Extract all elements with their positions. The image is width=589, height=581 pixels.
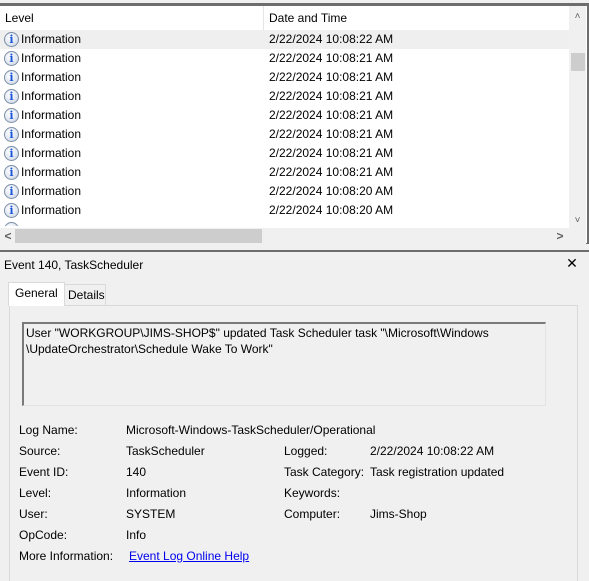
column-header-date-time[interactable]: Date and Time xyxy=(263,6,569,30)
info-icon xyxy=(4,222,19,226)
user-label: User: xyxy=(19,507,48,521)
task-category-label: Task Category: xyxy=(284,465,365,479)
event-row[interactable]: i Information 2/22/2024 10:08:20 AM xyxy=(0,201,569,220)
event-date-time: 2/22/2024 10:08:21 AM xyxy=(269,89,394,103)
scroll-left-icon[interactable]: < xyxy=(0,228,16,245)
event-date-time: 2/22/2024 10:08:20 AM xyxy=(269,203,394,217)
info-icon: i xyxy=(4,127,19,142)
info-icon: i xyxy=(4,108,19,123)
tab-general[interactable]: General xyxy=(8,282,65,306)
vertical-scrollbar[interactable]: ˄ ˅ xyxy=(569,6,586,228)
info-icon: i xyxy=(4,184,19,199)
event-level: Information xyxy=(21,165,82,179)
description-line-2: \UpdateOrchestrator\Schedule Wake To Wor… xyxy=(26,342,273,356)
scroll-up-icon[interactable]: ˄ xyxy=(569,8,586,25)
event-level: Information xyxy=(21,70,82,84)
event-row[interactable]: i Information 2/22/2024 10:08:20 AM xyxy=(0,182,569,201)
event-id-value: 140 xyxy=(126,465,147,479)
event-list: i Information 2/22/2024 10:08:22 AM i Inform… xyxy=(0,30,569,234)
info-icon: i xyxy=(4,146,19,161)
event-description[interactable]: User "WORKGROUP\JIMS-SHOP$" updated Task… xyxy=(22,322,546,406)
keywords-label: Keywords: xyxy=(284,486,341,500)
info-icon: i xyxy=(4,70,19,85)
info-icon: i xyxy=(4,165,19,180)
log-name-label: Log Name: xyxy=(19,423,78,437)
source-value: TaskScheduler xyxy=(126,444,205,458)
event-date-time: 2/22/2024 10:08:20 AM xyxy=(269,184,394,198)
event-date-time: 2/22/2024 10:08:21 AM xyxy=(269,70,394,84)
event-row[interactable]: i Information 2/22/2024 10:08:22 AM xyxy=(0,30,569,49)
scroll-right-icon[interactable]: > xyxy=(552,228,568,245)
level-label: Level: xyxy=(19,486,52,500)
event-row[interactable]: i Information 2/22/2024 10:08:21 AM xyxy=(0,125,569,144)
event-log-online-help-link[interactable]: Event Log Online Help xyxy=(129,549,249,563)
horizontal-scrollbar[interactable]: < > xyxy=(0,228,569,245)
event-row[interactable]: i Information 2/22/2024 10:08:21 AM xyxy=(0,144,569,163)
event-level: Information xyxy=(21,203,82,217)
scroll-down-icon[interactable]: ˅ xyxy=(569,212,586,229)
info-icon: i xyxy=(4,51,19,66)
scrollbar-corner xyxy=(569,228,586,245)
info-icon: i xyxy=(4,89,19,104)
task-category-value: Task registration updated xyxy=(370,465,505,479)
tab-details[interactable]: Details xyxy=(61,284,106,306)
opcode-value: Info xyxy=(126,528,147,542)
event-row-partial[interactable] xyxy=(0,220,569,226)
opcode-label: OpCode: xyxy=(19,528,68,542)
list-header: Level Date and Time xyxy=(0,6,569,30)
event-row[interactable]: i Information 2/22/2024 10:08:21 AM xyxy=(0,49,569,68)
event-date-time: 2/22/2024 10:08:21 AM xyxy=(269,108,394,122)
event-date-time: 2/22/2024 10:08:21 AM xyxy=(269,127,394,141)
event-list-pane: Level Date and Time i Information 2/22/202… xyxy=(0,3,589,245)
event-level: Information xyxy=(21,146,82,160)
info-icon: i xyxy=(4,203,19,218)
event-level: Information xyxy=(21,184,82,198)
info-icon: i xyxy=(4,32,19,47)
event-date-time: 2/22/2024 10:08:22 AM xyxy=(269,32,394,46)
vertical-scroll-thumb[interactable] xyxy=(571,53,585,71)
detail-title: Event 140, TaskScheduler xyxy=(4,258,144,272)
logged-label: Logged: xyxy=(284,444,328,458)
event-id-label: Event ID: xyxy=(19,465,69,479)
event-date-time: 2/22/2024 10:08:21 AM xyxy=(269,146,394,160)
description-line-1: User "WORKGROUP\JIMS-SHOP$" updated Task… xyxy=(26,326,489,340)
event-level: Information xyxy=(21,108,82,122)
computer-label: Computer: xyxy=(284,507,341,521)
event-row[interactable]: i Information 2/22/2024 10:08:21 AM xyxy=(0,106,569,125)
event-level: Information xyxy=(21,127,82,141)
level-value: Information xyxy=(126,486,187,500)
more-information-label: More Information: xyxy=(19,549,114,563)
computer-value: Jims-Shop xyxy=(370,507,427,521)
event-level: Information xyxy=(21,32,82,46)
horizontal-scroll-thumb[interactable] xyxy=(15,229,262,243)
user-value: SYSTEM xyxy=(126,507,176,521)
logged-value: 2/22/2024 10:08:22 AM xyxy=(370,444,495,458)
close-icon[interactable]: ✕ xyxy=(565,255,579,271)
source-label: Source: xyxy=(19,444,61,458)
log-name-value: Microsoft-Windows-TaskScheduler/Operatio… xyxy=(126,423,376,437)
event-row[interactable]: i Information 2/22/2024 10:08:21 AM xyxy=(0,163,569,182)
column-header-level[interactable]: Level xyxy=(0,6,262,30)
event-date-time: 2/22/2024 10:08:21 AM xyxy=(269,165,394,179)
event-date-time: 2/22/2024 10:08:21 AM xyxy=(269,51,394,65)
event-level: Information xyxy=(21,89,82,103)
event-row[interactable]: i Information 2/22/2024 10:08:21 AM xyxy=(0,87,569,106)
event-detail-pane: Event 140, TaskScheduler ✕ General Detai… xyxy=(0,250,589,581)
event-level: Information xyxy=(21,51,82,65)
event-row[interactable]: i Information 2/22/2024 10:08:21 AM xyxy=(0,68,569,87)
general-tab-panel: User "WORKGROUP\JIMS-SHOP$" updated Task… xyxy=(9,305,578,581)
